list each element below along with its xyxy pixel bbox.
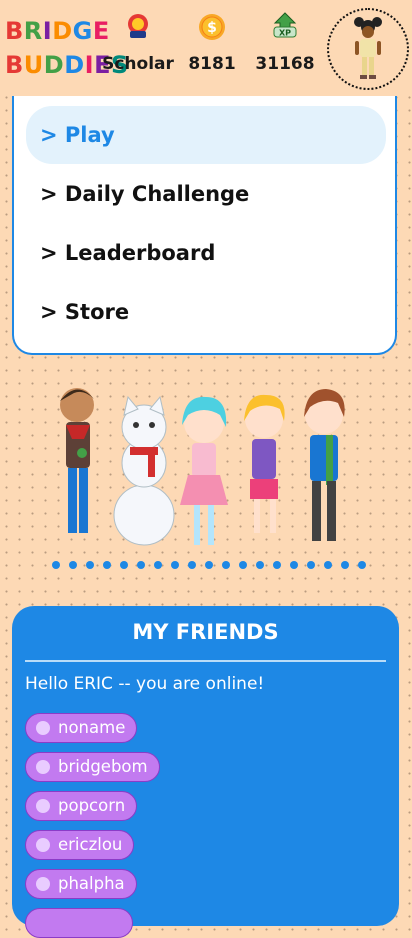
menu-item-play[interactable]: > Play bbox=[26, 106, 386, 164]
logo-letter: I bbox=[42, 17, 53, 45]
friend-status-dot bbox=[36, 721, 50, 735]
logo-letter: D bbox=[43, 51, 65, 79]
xp-arrow-icon: XP bbox=[273, 12, 297, 38]
friends-title: MY FRIENDS bbox=[132, 620, 279, 644]
menu-item-leaderboard[interactable]: > Leaderboard bbox=[26, 224, 386, 282]
scholar-badge-icon bbox=[128, 14, 148, 38]
friend-chip[interactable]: noname bbox=[25, 713, 138, 743]
friend-name: ericzlou bbox=[58, 835, 123, 854]
friend-status-dot bbox=[36, 838, 50, 852]
friend-name: noname bbox=[58, 718, 126, 737]
menu-item-daily-challenge[interactable]: > Daily Challenge bbox=[26, 165, 386, 223]
boy-with-glasses-figure bbox=[60, 388, 94, 533]
friend-status-dot bbox=[36, 760, 50, 774]
logo-letter: D bbox=[64, 51, 85, 79]
friend-name: popcorn bbox=[58, 796, 126, 815]
avatar-character-icon bbox=[354, 17, 382, 79]
logo-letter: U bbox=[23, 51, 44, 79]
logo-letter: R bbox=[23, 17, 43, 45]
kids-illustration bbox=[52, 388, 366, 569]
profile-avatar[interactable] bbox=[327, 8, 409, 90]
my-friends-panel: MY FRIENDS Hello ERIC -- you are online!… bbox=[12, 606, 399, 938]
friend-chip[interactable]: bridgebom bbox=[25, 752, 160, 782]
svg-text:XP: XP bbox=[279, 29, 291, 38]
main-menu: > Play > Daily Challenge > Leaderboard >… bbox=[12, 80, 397, 355]
svg-text:$: $ bbox=[207, 20, 217, 36]
friend-name: bridgebom bbox=[58, 757, 148, 776]
dotted-ground-line bbox=[52, 561, 366, 569]
logo-letter: B bbox=[5, 17, 24, 45]
friend-status-dot bbox=[36, 799, 50, 813]
friend-chip[interactable]: phalpha bbox=[25, 869, 137, 899]
xp-count: 31168 bbox=[255, 54, 315, 74]
logo-letter: G bbox=[72, 17, 93, 45]
friend-status-dot bbox=[36, 877, 50, 891]
online-status-message: Hello ERIC -- you are online! bbox=[25, 674, 265, 694]
xp-stat[interactable]: XP 31168 bbox=[240, 12, 330, 74]
friend-chip[interactable]: popcorn bbox=[25, 791, 138, 821]
logo-letter: B bbox=[5, 51, 24, 79]
logo-letter: D bbox=[52, 17, 73, 45]
menu-item-store[interactable]: > Store bbox=[26, 283, 386, 341]
friends-divider bbox=[25, 660, 386, 662]
girl-blonde-figure bbox=[244, 394, 285, 533]
top-header: BRIDGE BUDDIES Scholar $ 8181 XP 31168 bbox=[0, 0, 412, 96]
friend-name: phalpha bbox=[58, 874, 125, 893]
coin-icon: $ bbox=[199, 14, 225, 40]
friend-chip[interactable]: ericzlou bbox=[25, 830, 135, 860]
girl-teal-hair-figure bbox=[180, 396, 228, 545]
boy-brown-hair-figure bbox=[304, 389, 345, 541]
snowman-cat-figure bbox=[113, 395, 175, 546]
